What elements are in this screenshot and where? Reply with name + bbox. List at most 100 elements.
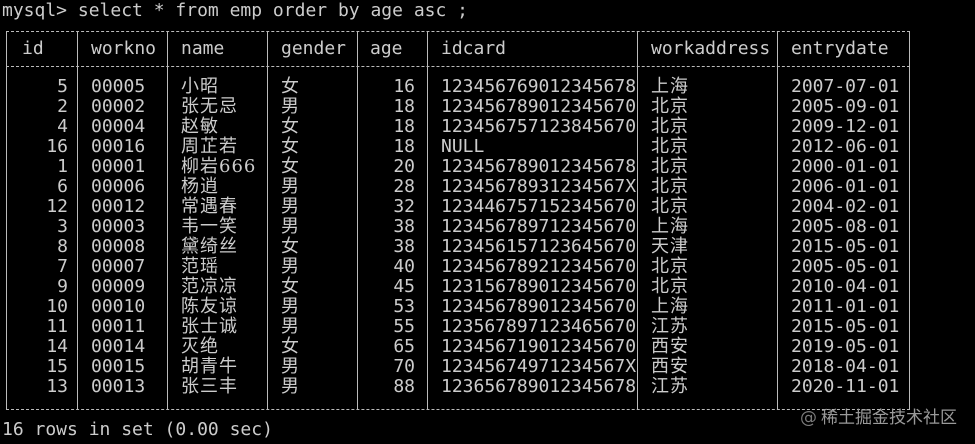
cell-workno: 00001 xyxy=(91,156,146,177)
cell-workno: 00015 xyxy=(91,356,146,377)
cell-idcard: 123156789012345670 xyxy=(441,276,637,297)
column-header-name: name xyxy=(181,38,225,59)
cell-workno: 00007 xyxy=(91,256,146,277)
cell-idcard: 123456789712345670 xyxy=(441,216,637,237)
cell-id: 2 xyxy=(57,96,68,117)
cell-idcard: 123456769012345678 xyxy=(441,76,637,97)
cell-id: 12 xyxy=(46,196,68,217)
cell-entrydate: 2015-05-01 xyxy=(791,316,900,337)
cell-idcard: 123456789012345678 xyxy=(441,156,637,177)
column-divider xyxy=(77,31,78,409)
cell-gender: 男 xyxy=(281,216,300,237)
watermark: @ 稀土掘金技术社区 xyxy=(800,403,957,428)
cell-workno: 00011 xyxy=(91,316,146,337)
cell-gender: 男 xyxy=(281,296,300,317)
cell-name: 张士诚 xyxy=(181,316,238,337)
cell-id: 15 xyxy=(46,356,68,377)
column-divider xyxy=(777,31,778,409)
cell-gender: 男 xyxy=(281,356,300,377)
cell-age: 38 xyxy=(393,216,415,237)
cell-entrydate: 2005-09-01 xyxy=(791,96,900,117)
cell-workno: 00016 xyxy=(91,136,146,157)
cell-gender: 男 xyxy=(281,96,300,117)
cell-age: 88 xyxy=(393,376,415,397)
cell-age: 18 xyxy=(393,116,415,137)
cell-workaddress: 北京 xyxy=(651,156,689,177)
cell-id: 3 xyxy=(57,216,68,237)
cell-entrydate: 2005-05-01 xyxy=(791,256,900,277)
cell-name: 韦一笑 xyxy=(181,216,238,237)
cell-id: 4 xyxy=(57,116,68,137)
cell-entrydate: 2010-04-01 xyxy=(791,276,900,297)
cell-id: 7 xyxy=(57,256,68,277)
cell-workno: 00005 xyxy=(91,76,146,97)
cell-gender: 男 xyxy=(281,256,300,277)
sql-command: select * from emp order by age asc ; xyxy=(67,0,468,21)
cell-idcard: 123456719012345670 xyxy=(441,336,637,357)
cell-gender: 女 xyxy=(281,116,300,137)
command-line: mysql> select * from emp order by age as… xyxy=(2,1,468,21)
cell-id: 13 xyxy=(46,376,68,397)
cell-age: 53 xyxy=(393,296,415,317)
cell-workno: 00012 xyxy=(91,196,146,217)
cell-workaddress: 江苏 xyxy=(651,376,689,397)
cell-name: 周芷若 xyxy=(181,136,238,157)
cell-workaddress: 北京 xyxy=(651,96,689,117)
cell-entrydate: 2005-08-01 xyxy=(791,216,900,237)
cell-gender: 女 xyxy=(281,156,300,177)
result-table: id workno name gender age idcard workadd… xyxy=(6,22,910,417)
table-bottom-border xyxy=(6,409,910,410)
table-top-border xyxy=(6,31,910,32)
table-header-border xyxy=(6,66,910,67)
cell-workno: 00010 xyxy=(91,296,146,317)
column-divider xyxy=(637,31,638,409)
cell-workaddress: 北京 xyxy=(651,276,689,297)
cell-gender: 女 xyxy=(281,76,300,97)
cell-age: 18 xyxy=(393,96,415,117)
cell-entrydate: 2006-01-01 xyxy=(791,176,900,197)
cell-idcard: 123456789012345670 xyxy=(441,296,637,317)
cell-entrydate: 2004-02-01 xyxy=(791,196,900,217)
cell-workaddress: 上海 xyxy=(651,76,689,97)
cell-age: 32 xyxy=(393,196,415,217)
cell-idcard: 123567897123465670 xyxy=(441,316,637,337)
cell-name: 陈友谅 xyxy=(181,296,238,317)
cell-idcard: NULL xyxy=(441,136,485,157)
terminal-window[interactable]: mysql> select * from emp order by age as… xyxy=(0,0,975,444)
cell-gender: 女 xyxy=(281,336,300,357)
mysql-prompt: mysql> xyxy=(2,0,68,21)
column-divider xyxy=(427,31,428,409)
column-divider xyxy=(909,31,910,409)
cell-idcard: 123456789212345670 xyxy=(441,256,637,277)
cell-entrydate: 2000-01-01 xyxy=(791,156,900,177)
cell-age: 28 xyxy=(393,176,415,197)
cell-workaddress: 江苏 xyxy=(651,316,689,337)
cell-name: 胡青牛 xyxy=(181,356,238,377)
cell-name: 张三丰 xyxy=(181,376,238,397)
cell-entrydate: 2007-07-01 xyxy=(791,76,900,97)
cell-name: 张无忌 xyxy=(181,96,238,117)
cell-workno: 00003 xyxy=(91,216,146,237)
cell-gender: 男 xyxy=(281,176,300,197)
cell-workno: 00006 xyxy=(91,176,146,197)
cell-idcard: 12345678931234567X xyxy=(441,176,637,197)
cell-entrydate: 2011-01-01 xyxy=(791,296,900,317)
cell-age: 55 xyxy=(393,316,415,337)
cell-age: 18 xyxy=(393,136,415,157)
cell-workaddress: 北京 xyxy=(651,176,689,197)
cell-workaddress: 西安 xyxy=(651,336,689,357)
cell-id: 11 xyxy=(46,316,68,337)
column-header-gender: gender xyxy=(281,38,347,59)
cell-name: 灭绝 xyxy=(181,336,219,357)
cell-workaddress: 西安 xyxy=(651,356,689,377)
cell-id: 16 xyxy=(46,136,68,157)
cell-name: 柳岩666 xyxy=(181,156,257,177)
cell-gender: 女 xyxy=(281,136,300,157)
cell-workaddress: 北京 xyxy=(651,136,689,157)
cell-workaddress: 上海 xyxy=(651,296,689,317)
cell-workaddress: 上海 xyxy=(651,216,689,237)
cell-id: 10 xyxy=(46,296,68,317)
column-header-entrydate: entrydate xyxy=(791,38,889,59)
cell-id: 6 xyxy=(57,176,68,197)
cell-idcard: 12345674971234567X xyxy=(441,356,637,377)
